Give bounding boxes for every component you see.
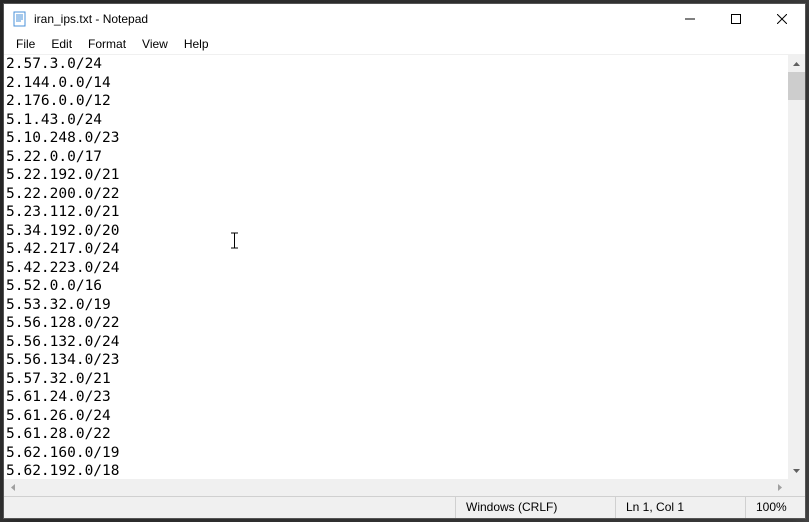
- maximize-button[interactable]: [713, 4, 759, 34]
- vertical-scroll-thumb[interactable]: [788, 72, 805, 100]
- status-zoom: 100%: [745, 497, 805, 518]
- scroll-right-button[interactable]: [771, 479, 788, 496]
- notepad-window: iran_ips.txt - Notepad File Edit Format …: [3, 3, 806, 519]
- menu-format[interactable]: Format: [80, 35, 134, 53]
- horizontal-scrollbar[interactable]: [4, 479, 788, 496]
- window-title: iran_ips.txt - Notepad: [34, 12, 667, 26]
- notepad-icon: [12, 11, 28, 27]
- menu-edit[interactable]: Edit: [43, 35, 80, 53]
- text-content[interactable]: 2.57.3.0/24 2.144.0.0/14 2.176.0.0/12 5.…: [4, 55, 788, 479]
- desktop-background: iran_ips.txt - Notepad File Edit Format …: [0, 0, 809, 522]
- editor-area: 2.57.3.0/24 2.144.0.0/14 2.176.0.0/12 5.…: [4, 54, 805, 496]
- text-editor[interactable]: 2.57.3.0/24 2.144.0.0/14 2.176.0.0/12 5.…: [4, 55, 788, 479]
- menu-file[interactable]: File: [8, 35, 43, 53]
- scroll-left-button[interactable]: [4, 479, 21, 496]
- scroll-down-button[interactable]: [788, 462, 805, 479]
- scroll-up-button[interactable]: [788, 55, 805, 72]
- menu-help[interactable]: Help: [176, 35, 217, 53]
- vertical-scroll-track[interactable]: [788, 72, 805, 462]
- menubar: File Edit Format View Help: [4, 34, 805, 54]
- horizontal-scroll-track[interactable]: [21, 479, 771, 496]
- minimize-button[interactable]: [667, 4, 713, 34]
- menu-view[interactable]: View: [134, 35, 176, 53]
- statusbar: Windows (CRLF) Ln 1, Col 1 100%: [4, 496, 805, 518]
- vertical-scrollbar[interactable]: [788, 55, 805, 479]
- scroll-corner: [788, 479, 805, 496]
- close-button[interactable]: [759, 4, 805, 34]
- window-controls: [667, 4, 805, 34]
- titlebar[interactable]: iran_ips.txt - Notepad: [4, 4, 805, 34]
- status-spacer: [4, 497, 455, 518]
- status-line-ending: Windows (CRLF): [455, 497, 615, 518]
- status-cursor-position: Ln 1, Col 1: [615, 497, 745, 518]
